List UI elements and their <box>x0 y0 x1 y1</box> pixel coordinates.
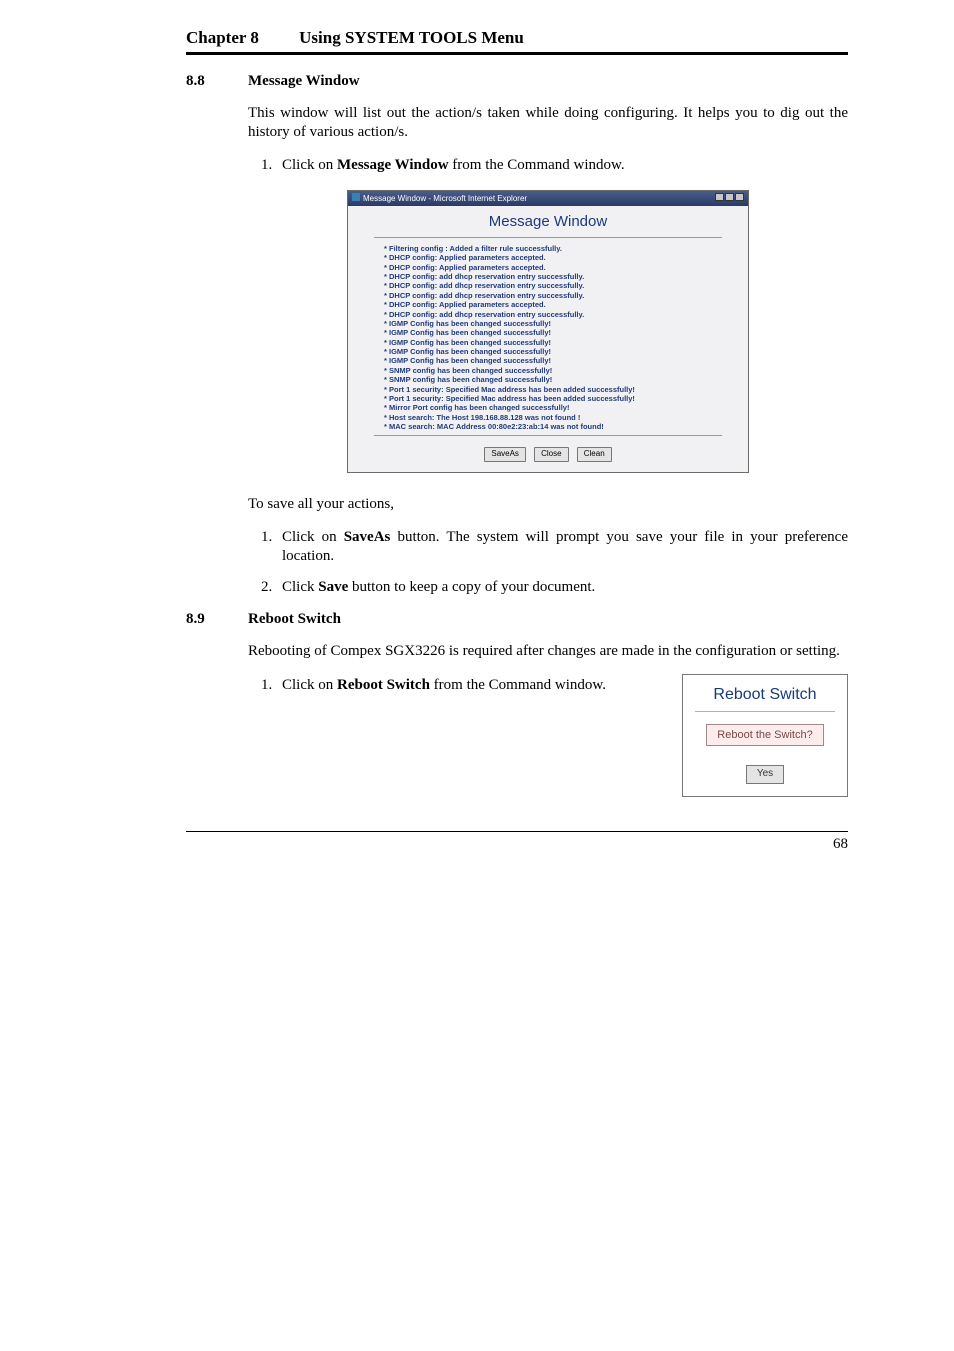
reboot-prompt-button[interactable]: Reboot the Switch? <box>706 724 823 746</box>
message-line: * DHCP config: Applied parameters accept… <box>384 263 726 272</box>
step-text: Click on <box>282 529 344 545</box>
step-text: Click on <box>282 157 337 173</box>
section-number: 8.9 <box>186 611 248 628</box>
page-number: 68 <box>833 836 848 852</box>
step-bold: Reboot Switch <box>337 677 430 693</box>
section-title: Message Window <box>248 73 360 90</box>
step-text: Click on <box>282 677 337 693</box>
step-text: from the Command window. <box>449 157 625 173</box>
chapter-number: Chapter 8 <box>186 28 259 47</box>
message-line: * IGMP Config has been changed successfu… <box>384 338 726 347</box>
message-line: * DHCP config: add dhcp reservation entr… <box>384 291 726 300</box>
message-line: * MAC search: MAC Address 00:80e2:23:ab:… <box>384 422 726 431</box>
message-line: * Port 1 security: Specified Mac address… <box>384 394 726 403</box>
divider <box>374 435 722 436</box>
step-bold: SaveAs <box>344 529 391 545</box>
message-line: * Filtering config : Added a filter rule… <box>384 244 726 253</box>
message-line: * IGMP Config has been changed successfu… <box>384 356 726 365</box>
dialog-titlebar: Message Window - Microsoft Internet Expl… <box>348 191 748 206</box>
step-bold: Save <box>318 579 348 595</box>
message-line: * IGMP Config has been changed successfu… <box>384 347 726 356</box>
message-line: * Host search: The Host 198.168.88.128 w… <box>384 413 726 422</box>
message-line: * IGMP Config has been changed successfu… <box>384 319 726 328</box>
ie-icon <box>352 193 360 201</box>
save-intro: To save all your actions, <box>248 495 848 514</box>
step-text: from the Command window. <box>430 677 606 693</box>
dialog-heading: Message Window <box>356 212 740 231</box>
instruction-list: Click on Message Window from the Command… <box>248 156 848 175</box>
message-line: * SNMP config has been changed successfu… <box>384 366 726 375</box>
message-window-screenshot: Message Window - Microsoft Internet Expl… <box>248 190 848 473</box>
message-list: * Filtering config : Added a filter rule… <box>356 242 740 436</box>
message-window-dialog: Message Window - Microsoft Internet Expl… <box>347 190 749 473</box>
divider <box>374 237 722 238</box>
maximize-icon[interactable] <box>725 193 734 201</box>
message-line: * Port 1 security: Specified Mac address… <box>384 385 726 394</box>
message-line: * IGMP Config has been changed successfu… <box>384 328 726 337</box>
step-bold: Message Window <box>337 157 449 173</box>
divider <box>695 711 835 712</box>
message-line: * DHCP config: add dhcp reservation entr… <box>384 281 726 290</box>
instruction-step: Click Save button to keep a copy of your… <box>276 578 848 597</box>
section-intro: Rebooting of Compex SGX3226 is required … <box>248 642 848 661</box>
clean-button[interactable]: Clean <box>577 447 612 461</box>
instruction-step: Click on SaveAs button. The system will … <box>276 528 848 566</box>
section-intro: This window will list out the action/s t… <box>248 104 848 142</box>
step-text: Click <box>282 579 318 595</box>
message-line: * SNMP config has been changed successfu… <box>384 375 726 384</box>
message-line: * Mirror Port config has been changed su… <box>384 403 726 412</box>
section-number: 8.8 <box>186 73 248 90</box>
message-line: * DHCP config: add dhcp reservation entr… <box>384 272 726 281</box>
section-8-8-heading: 8.8 Message Window <box>186 73 848 90</box>
panel-title: Reboot Switch <box>683 675 847 711</box>
chapter-header: Chapter 8 Using SYSTEM TOOLS Menu <box>186 28 848 55</box>
message-line: * DHCP config: add dhcp reservation entr… <box>384 310 726 319</box>
message-line: * DHCP config: Applied parameters accept… <box>384 300 726 309</box>
message-line: * DHCP config: Applied parameters accept… <box>384 253 726 262</box>
page-footer: 68 <box>186 831 848 853</box>
reboot-switch-panel: Reboot Switch Reboot the Switch? Yes <box>682 674 848 797</box>
save-instruction-list: Click on SaveAs button. The system will … <box>248 528 848 598</box>
step-text: button to keep a copy of your document. <box>348 579 595 595</box>
minimize-icon[interactable] <box>715 193 724 201</box>
close-icon[interactable] <box>735 193 744 201</box>
dialog-button-row: SaveAs Close Clean <box>356 442 740 461</box>
dialog-title: Message Window - Microsoft Internet Expl… <box>363 194 527 203</box>
section-8-9-heading: 8.9 Reboot Switch <box>186 611 848 628</box>
instruction-step: Click on Message Window from the Command… <box>276 156 848 175</box>
chapter-title: Using SYSTEM TOOLS Menu <box>299 28 524 47</box>
close-button[interactable]: Close <box>534 447 568 461</box>
window-controls <box>714 193 744 204</box>
saveas-button[interactable]: SaveAs <box>484 447 526 461</box>
yes-button[interactable]: Yes <box>746 765 784 784</box>
section-title: Reboot Switch <box>248 611 341 628</box>
